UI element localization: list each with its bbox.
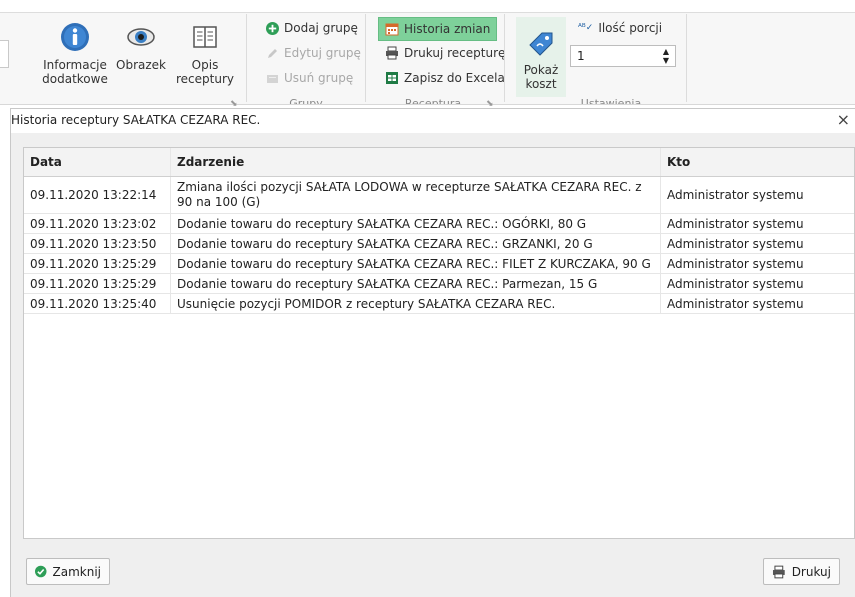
pencil-icon (268, 48, 277, 58)
print-button-label: Drukuj (791, 564, 831, 579)
delete-group-label: Usuń grupę (284, 71, 354, 85)
printer-icon (772, 565, 785, 578)
ribbon-top-strip (0, 0, 855, 13)
cut-off-input[interactable] (0, 40, 9, 68)
image-button[interactable]: Obrazek (114, 22, 168, 72)
row-who: Administrator systemu (660, 274, 854, 293)
info-button-label-1: Informacje (43, 58, 107, 72)
print-recipe-button[interactable]: Drukuj recepturę (385, 46, 505, 60)
spellcheck-icon: ᴬᴮ✓ (578, 23, 594, 33)
groups-group-label: Grupy (289, 97, 323, 104)
close-icon[interactable]: × (837, 110, 850, 129)
portions-label: Ilość porcji (598, 21, 663, 35)
table-row[interactable]: 09.11.2020 13:25:29 Dodanie towaru do re… (24, 254, 854, 274)
row-date: 09.11.2020 13:25:29 (30, 256, 157, 271)
add-group-button[interactable]: Dodaj grupę (266, 21, 358, 35)
close-button-label: Zamknij (52, 564, 102, 579)
row-who: Administrator systemu (660, 177, 854, 213)
delete-group-button[interactable]: Usuń grupę (266, 71, 353, 85)
portions-spinner[interactable]: 1 ▲ ▼ (570, 45, 676, 67)
plus-circle-icon (266, 21, 279, 35)
row-date: 09.11.2020 13:25:40 (30, 296, 157, 311)
history-dialog: Historia receptury SAŁATKA CEZARA REC. ×… (10, 108, 855, 597)
dialog-title-bar: Historia receptury SAŁATKA CEZARA REC. × (11, 109, 855, 133)
row-event: Dodanie towaru do receptury SAŁATKA CEZA… (170, 234, 660, 253)
dialog-title: Historia receptury SAŁATKA CEZARA REC. (11, 113, 261, 127)
close-button[interactable]: Zamknij (26, 558, 110, 585)
image-button-label: Obrazek (116, 58, 166, 72)
row-who: Administrator systemu (660, 234, 854, 253)
row-who: Administrator systemu (660, 214, 854, 233)
table-row[interactable]: 09.11.2020 13:25:40 Usunięcie pozycji PO… (24, 294, 854, 314)
eye-icon (127, 28, 155, 46)
table-row[interactable]: 09.11.2020 13:23:02 Dodanie towaru do re… (24, 214, 854, 234)
row-event: Zmiana ilości pozycji SAŁATA LODOWA w re… (170, 177, 660, 213)
edit-group-label: Edytuj grupę (284, 46, 361, 60)
history-table: Data Zdarzenie Kto 09.11.2020 13:22:14 Z… (23, 147, 855, 539)
print-recipe-label: Drukuj recepturę (404, 46, 506, 60)
printer-icon (386, 46, 398, 60)
info-button[interactable]: Informacje dodatkowe (40, 22, 110, 86)
row-event: Dodanie towaru do receptury SAŁATKA CEZA… (170, 274, 660, 293)
row-date: 09.11.2020 13:22:14 (30, 188, 157, 202)
recipe-group-label: Receptura (404, 97, 462, 104)
table-row[interactable]: 09.11.2020 13:23:50 Dodanie towaru do re… (24, 234, 854, 254)
row-date: 09.11.2020 13:25:29 (30, 276, 157, 291)
row-who: Administrator systemu (660, 254, 854, 273)
show-cost-label-2: koszt (525, 77, 557, 91)
portions-value: 1 (577, 49, 585, 63)
info-button-label-2: dodatkowe (42, 72, 108, 86)
recipe-description-label-1: Opis (191, 58, 219, 72)
print-button[interactable]: Drukuj (763, 558, 840, 585)
price-tag-icon (529, 32, 553, 56)
show-cost-button[interactable]: Pokaż koszt (516, 17, 566, 97)
book-icon (193, 26, 217, 48)
add-group-label: Dodaj grupę (284, 21, 358, 35)
ribbon-separator (365, 14, 366, 102)
row-event: Dodanie towaru do receptury SAŁATKA CEZA… (170, 214, 660, 233)
check-circle-icon (35, 565, 47, 578)
info-icon (61, 23, 89, 51)
portions-label-row: ᴬᴮ✓ Ilość porcji (578, 21, 662, 35)
recipe-description-button[interactable]: Opis receptury (174, 22, 236, 86)
export-excel-label: Zapisz do Excela (404, 71, 505, 85)
row-date: 09.11.2020 13:23:50 (30, 236, 157, 251)
column-header-date[interactable]: Data (24, 148, 170, 176)
row-date: 09.11.2020 13:23:02 (30, 216, 157, 231)
ribbon-separator (504, 14, 505, 102)
export-excel-button[interactable]: Zapisz do Excela (385, 71, 505, 85)
table-row[interactable]: 09.11.2020 13:25:29 Dodanie towaru do re… (24, 274, 854, 294)
calendar-icon (385, 23, 399, 36)
recipe-description-label-2: receptury (176, 72, 234, 86)
settings-group-label: Ustawienia (580, 97, 642, 104)
table-header: Data Zdarzenie Kto (24, 148, 854, 177)
column-header-event[interactable]: Zdarzenie (170, 148, 660, 176)
column-header-who[interactable]: Kto (660, 148, 854, 176)
excel-icon (386, 72, 398, 84)
ribbon-toolbar: Informacje dodatkowe Obrazek Opis recept… (0, 0, 855, 109)
row-event: Usunięcie pozycji POMIDOR z receptury SA… (170, 294, 660, 313)
row-who: Administrator systemu (660, 294, 854, 313)
show-cost-label-1: Pokaż (523, 63, 559, 77)
row-event: Dodanie towaru do receptury SAŁATKA CEZA… (170, 254, 660, 273)
change-history-label: Historia zmian (404, 22, 491, 36)
ribbon-separator (686, 14, 687, 102)
edit-group-button[interactable]: Edytuj grupę (266, 46, 361, 60)
change-history-button[interactable]: Historia zmian (378, 17, 498, 41)
ribbon-separator (246, 14, 247, 102)
spinner-arrows-icon[interactable]: ▲ ▼ (663, 47, 669, 65)
delete-group-icon (267, 74, 278, 83)
table-row[interactable]: 09.11.2020 13:22:14 Zmiana ilości pozycj… (24, 177, 854, 214)
